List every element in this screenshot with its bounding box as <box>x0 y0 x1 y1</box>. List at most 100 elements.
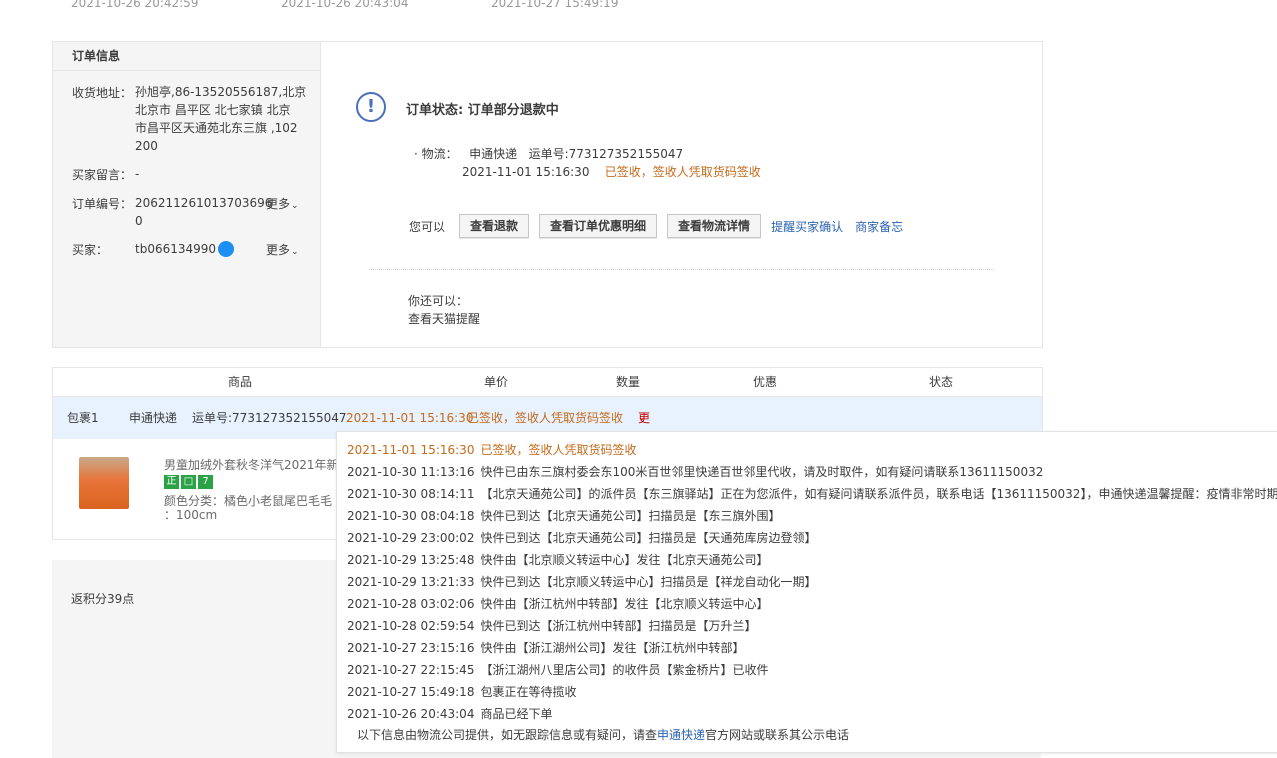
logistics-entry: 2021-10-30 08:04:18 快件已到达【北京天通苑公司】扫描员是【东三… <box>347 507 780 524</box>
order-number-value: 206211261013703696 0 <box>135 194 272 230</box>
address-line: 市昌平区天通苑北东三旗 ,102 <box>135 121 298 135</box>
seven-day-return-badge-icon: 7 <box>198 475 213 489</box>
chat-icon[interactable] <box>218 240 235 257</box>
timeline-time-3: 2021-10-27 15:49:19 <box>491 0 619 10</box>
header-quantity: 数量 <box>616 375 641 389</box>
tracking-number: 运单号:773127352155047 <box>528 147 684 161</box>
tmall-reminder-link[interactable]: 查看天猫提醒 <box>408 310 480 328</box>
logistics-entry: 2021-10-30 11:13:16 快件已由东三旗村委会东100米百世邻里快递… <box>347 463 1043 480</box>
product-image[interactable] <box>79 457 129 509</box>
logistics-entry-time: 2021-10-29 13:25:48 <box>347 553 475 567</box>
package-carrier: 申通快递 <box>129 411 178 425</box>
footer-text: 官方网站或联系其公示电话 <box>705 728 850 742</box>
logistics-entry-time: 2021-10-28 03:02:06 <box>347 597 475 611</box>
points-text: 返积分39点 <box>71 592 135 606</box>
header-unit-price: 单价 <box>484 375 509 389</box>
service-badges: 正 □ 7 <box>164 475 213 489</box>
message-value: - <box>135 167 140 181</box>
logistics-entry-time: 2021-11-01 15:16:30 <box>347 443 475 457</box>
logistics-entry: 2021-10-26 20:43:04 商品已经下单 <box>347 705 552 722</box>
timeline-time-2: 2021-10-26 20:43:04 <box>281 0 409 10</box>
carrier-website-link[interactable]: 申通快递 <box>657 728 705 742</box>
header-discount: 优惠 <box>753 375 778 389</box>
logistics-entry-text: 快件已到达【北京顺义转运中心】扫描员是【祥龙自动化一期】 <box>480 575 817 589</box>
address-value: 孙旭亭,86-13520556187,北京 北京市 昌平区 北七家镇 北京 市昌… <box>135 83 306 155</box>
logistics-entry: 2021-10-29 13:21:33 快件已到达【北京顺义转运中心】扫描员是【祥… <box>347 573 816 590</box>
logistics-entry-time: 2021-10-30 11:13:16 <box>347 465 475 479</box>
package-tracking: 运单号:773127352155047 <box>192 411 347 425</box>
footer-text: 以下信息由物流公司提供，如无跟踪信息或有疑问，请查 <box>357 728 658 742</box>
logistics-entry-text: 快件由【浙江杭州中转部】发往【北京顺义转运中心】 <box>480 597 769 611</box>
buyer-label: 买家： <box>72 243 109 257</box>
product-title-link[interactable]: 男童加绒外套秋冬洋气2021年新 <box>164 456 354 473</box>
logistics-entry: 2021-11-01 15:16:30 已签收，签收人凭取货码签收 <box>347 441 636 458</box>
logistics-entry-text: 快件已到达【北京天通苑公司】扫描员是【天通苑库房边登领】 <box>480 531 817 545</box>
logistics-entry: 2021-10-29 23:00:02 快件已到达【北京天通苑公司】扫描员是【天通… <box>347 529 816 546</box>
logistics-entry-time: 2021-10-30 08:04:18 <box>347 509 475 523</box>
logistics-entry-time: 2021-10-26 20:43:04 <box>347 707 475 721</box>
message-label: 买家留言： <box>72 168 133 182</box>
address-line: 200 <box>135 139 158 153</box>
address-line: 北京市 昌平区 北七家镇 北京 <box>135 103 291 117</box>
more-options: 你还可以： 查看天猫提醒 <box>408 292 480 328</box>
logistics-entry-time: 2021-10-27 23:15:16 <box>347 641 475 655</box>
logistics-entry: 2021-10-27 23:15:16 快件由【浙江湖州公司】发往【浙江杭州中转部… <box>347 639 744 656</box>
logistics-entry-text: 快件已到达【浙江杭州中转部】扫描员是【万升兰】 <box>480 619 757 633</box>
order-info-column: 订单信息 收货地址： 孙旭亭,86-13520556187,北京 北京市 昌平区… <box>53 42 321 347</box>
logistics-label: · 物流： <box>414 147 458 161</box>
order-panel: 订单信息 收货地址： 孙旭亭,86-13520556187,北京 北京市 昌平区… <box>52 41 1043 348</box>
logistics-entry: 2021-10-28 03:02:06 快件由【浙江杭州中转部】发往【北京顺义转运… <box>347 595 768 612</box>
logistics-entry-text: 已签收，签收人凭取货码签收 <box>480 443 637 457</box>
logistics-entry-time: 2021-10-28 02:59:54 <box>347 619 475 633</box>
logistics-entry-time: 2021-10-29 23:00:02 <box>347 531 475 545</box>
divider <box>369 269 994 270</box>
view-discount-details-button[interactable]: 查看订单优惠明细 <box>539 214 658 238</box>
logistics-entry-text: 【浙江湖州八里店公司】的收件员【紫金桥片】已收件 <box>480 663 769 677</box>
logistics-entry: 2021-10-29 13:25:48 快件由【北京顺义转运中心】发往【北京天通苑… <box>347 551 768 568</box>
order-number-label: 订单编号： <box>72 197 133 211</box>
buyer-id: tb066134990 <box>135 242 217 256</box>
logistics-entry: 2021-10-27 15:49:18 包裹正在等待揽收 <box>347 683 576 700</box>
remind-buyer-link[interactable]: 提醒买家确认 <box>771 218 843 235</box>
merchant-memo-link[interactable]: 商家备忘 <box>855 218 903 235</box>
view-refund-button[interactable]: 查看退款 <box>459 214 530 238</box>
more-label: 更多 <box>266 243 291 257</box>
chevron-down-icon: ⌄ <box>291 247 299 257</box>
timeline-time-1: 2021-10-26 20:42:59 <box>71 0 199 10</box>
logistics-latest: 2021-11-01 15:16:30 已签收，签收人凭取货码签收 <box>462 163 761 180</box>
sku-line: 颜色分类：橘色小老鼠尾巴毛毛 <box>164 494 333 508</box>
shop-badge-icon: □ <box>181 475 196 489</box>
you-can-label: 您可以 <box>409 219 446 234</box>
can-also-label: 你还可以： <box>408 294 469 308</box>
carrier-name: 申通快递 <box>469 147 518 161</box>
order-number-line: 206211261013703696 <box>135 196 273 210</box>
view-logistics-details-button[interactable]: 查看物流详情 <box>667 214 762 238</box>
order-info-title: 订单信息 <box>53 42 320 71</box>
logistics-entry-text: 快件由【浙江湖州公司】发往【浙江杭州中转部】 <box>480 641 745 655</box>
logistics-summary: · 物流： 申通快递 运单号:773127352155047 <box>414 145 683 162</box>
logistics-entry-text: 快件已到达【北京天通苑公司】扫描员是【东三旗外围】 <box>480 509 781 523</box>
action-bar: 您可以 查看退款 查看订单优惠明细 查看物流详情 提醒买家确认 商家备忘 <box>409 214 915 238</box>
logistics-entry-time: 2021-10-27 22:15:45 <box>347 663 475 677</box>
sku-line: ：100cm <box>164 508 218 522</box>
product-table-header: 商品 单价 数量 优惠 状态 <box>53 368 1042 397</box>
buyer-more-link[interactable]: 更多⌄ <box>266 241 299 258</box>
more-label: 更多 <box>266 197 291 211</box>
logistics-entry: 2021-10-30 08:14:11 【北京天通苑公司】的派件员【东三旗驿站】正… <box>347 485 1277 502</box>
logistics-entry: 2021-10-27 22:15:45 【浙江湖州八里店公司】的收件员【紫金桥片】… <box>347 661 768 678</box>
logistics-entry-time: 2021-10-27 15:49:18 <box>347 685 475 699</box>
logistics-entry-text: 【北京天通苑公司】的派件员【东三旗驿站】正在为您派件，如有疑问请联系派件员，联系… <box>480 487 1277 501</box>
address-line: 孙旭亭,86-13520556187,北京 <box>135 85 307 99</box>
genuine-badge-icon: 正 <box>164 475 179 489</box>
header-product: 商品 <box>228 375 253 389</box>
logistics-signed: 已签收，签收人凭取货码签收 <box>604 165 761 179</box>
order-number-more-link[interactable]: 更多⌄ <box>266 195 299 212</box>
header-status: 状态 <box>929 375 954 389</box>
logistics-popup: 2021-11-01 15:16:30 已签收，签收人凭取货码签收 2021-10-… <box>336 431 1277 753</box>
address-label: 收货地址： <box>72 86 133 100</box>
order-status-column: ! 订单状态: 订单部分退款中 · 物流： 申通快递 运单号:773127352… <box>321 42 1042 347</box>
package-label: 包裹1 <box>67 411 99 425</box>
logistics-entry-text: 商品已经下单 <box>480 707 553 721</box>
logistics-footer: 以下信息由物流公司提供，如无跟踪信息或有疑问，请查申通快递官方网站或联系其公示电… <box>357 726 849 743</box>
logistics-entry-text: 包裹正在等待揽收 <box>480 685 577 699</box>
